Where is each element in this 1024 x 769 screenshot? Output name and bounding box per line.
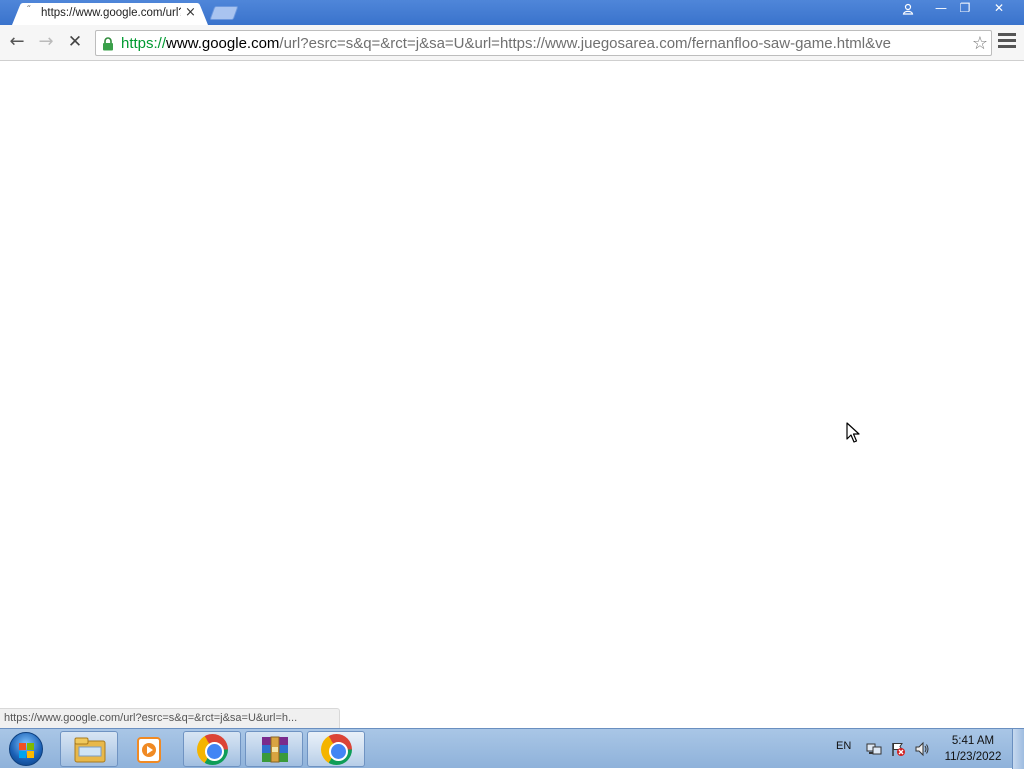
language-indicator[interactable]: EN <box>836 740 851 752</box>
url-text[interactable]: https://www.google.com/url?esrc=s&q=&rct… <box>121 35 966 52</box>
taskbar-explorer-button[interactable] <box>60 731 118 767</box>
clock-date[interactable]: 11/23/2022 <box>940 751 1006 763</box>
minimize-button[interactable]: — <box>928 0 954 18</box>
taskbar-chrome-button[interactable] <box>183 731 241 767</box>
tab-title: https://www.google.com/url?esrc=s&q=&rct… <box>41 7 181 19</box>
tab-active[interactable]: ˝ https://www.google.com/url?esrc=s&q=&r… <box>12 3 208 25</box>
taskbar-winrar-button[interactable] <box>245 731 303 767</box>
taskbar-chrome-button-active[interactable] <box>307 731 365 767</box>
clock-time[interactable]: 5:41 AM <box>940 735 1006 747</box>
url-scheme: https:// <box>121 35 167 52</box>
windows-taskbar: EN 5:41 AM 11/23/2022 <box>0 728 1024 769</box>
forward-button[interactable]: → <box>34 31 58 55</box>
mouse-cursor-icon <box>846 422 862 444</box>
windows-explorer-icon <box>74 737 106 763</box>
tab-close-icon[interactable]: × <box>185 5 196 20</box>
status-bubble: https://www.google.com/url?esrc=s&q=&rct… <box>0 708 340 728</box>
action-center-flag-icon[interactable] <box>890 741 906 757</box>
page-content[interactable] <box>0 62 1024 728</box>
address-bar[interactable]: https://www.google.com/url?esrc=s&q=&rct… <box>95 30 992 56</box>
lock-icon <box>102 36 114 51</box>
user-icon[interactable] <box>896 0 920 18</box>
start-button[interactable] <box>6 731 46 767</box>
maximize-button[interactable]: ❐ <box>952 0 978 18</box>
bookmark-star-icon[interactable]: ☆ <box>972 33 988 54</box>
media-player-icon <box>137 737 161 763</box>
network-icon[interactable] <box>866 741 882 757</box>
chrome-icon <box>197 734 228 765</box>
hamburger-menu-icon[interactable] <box>998 33 1016 51</box>
back-button[interactable]: ← <box>5 31 29 55</box>
browser-toolbar: ← → ✕ https://www.google.com/url?esrc=s&… <box>0 25 1024 61</box>
chrome-icon <box>321 734 352 765</box>
windows-logo-icon <box>9 732 43 766</box>
browser-title-bar: ˝ https://www.google.com/url?esrc=s&q=&r… <box>0 0 1024 25</box>
url-host: www.google.com <box>166 35 280 52</box>
window-close-button[interactable]: ✕ <box>980 0 1018 18</box>
volume-icon[interactable] <box>914 741 930 757</box>
show-desktop-button[interactable] <box>1012 729 1024 769</box>
taskbar-media-player-button[interactable] <box>122 731 180 767</box>
winrar-icon <box>262 736 288 763</box>
url-path: /url?esrc=s&q=&rct=j&sa=U&url=https://ww… <box>279 35 891 52</box>
stop-loading-button[interactable]: ✕ <box>63 31 87 55</box>
loading-spinner-icon: ˝ <box>26 5 31 16</box>
new-tab-button[interactable] <box>208 6 240 21</box>
